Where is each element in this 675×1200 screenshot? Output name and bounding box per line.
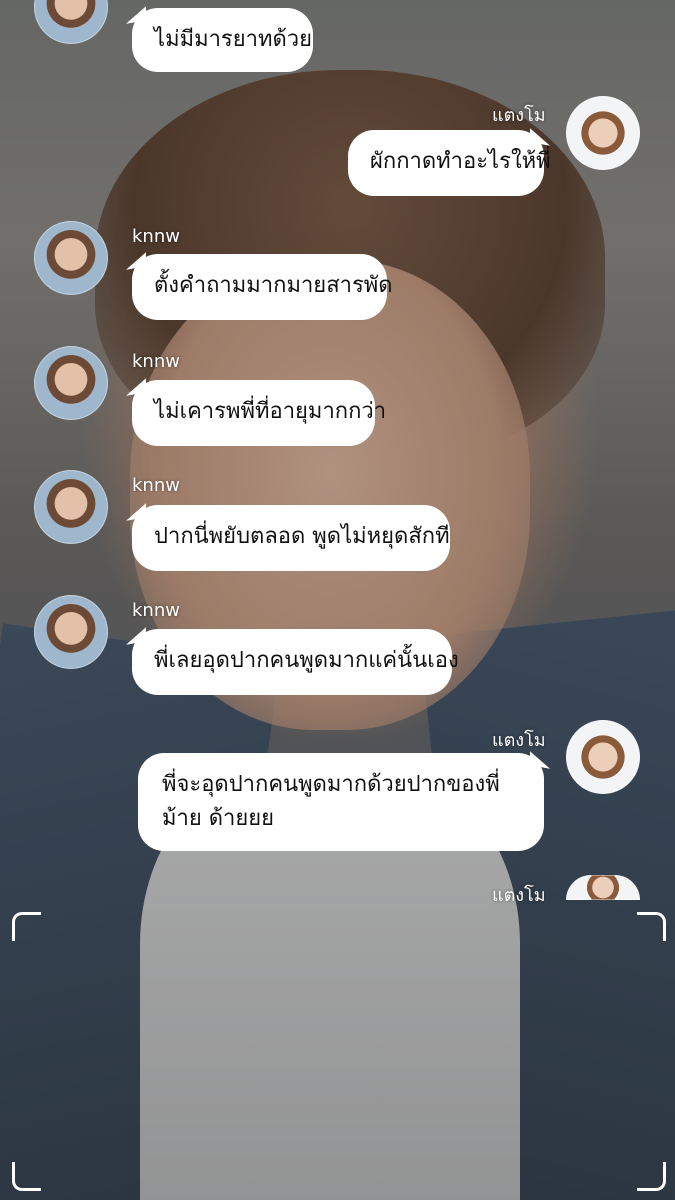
- sender-name: แตงโม: [492, 105, 546, 126]
- message-bubble[interactable]: พี่เลยอุดปากคนพูดมากแค่นั้นเอง: [132, 629, 459, 695]
- avatar-knnw-icon[interactable]: [34, 595, 108, 669]
- message-bubble[interactable]: พี่จะอุดปากคนพูดมากด้วยปากของพี่ม้าย ด้า…: [138, 753, 544, 851]
- avatar-taengmo-icon[interactable]: [566, 875, 640, 900]
- avatar-knnw-icon[interactable]: [34, 470, 108, 544]
- avatar-taengmo-icon[interactable]: [566, 96, 640, 170]
- frame-corner-bottom-left-icon: [12, 1162, 41, 1191]
- sender-name: knnw: [132, 226, 180, 247]
- sender-name: แตงโม: [492, 885, 546, 906]
- frame-corner-bottom-right-icon: [637, 1162, 666, 1191]
- sender-name: knnw: [132, 475, 180, 496]
- message-bubble[interactable]: ไม่มีมารยาทด้วย: [132, 8, 313, 72]
- avatar-knnw-icon[interactable]: [34, 221, 108, 295]
- message-bubble[interactable]: ไม่เคารพพี่ที่อายุมากกว่า: [132, 380, 386, 446]
- message-bubble[interactable]: ปากนี่พยับตลอด พูดไม่หยุดสักที: [132, 505, 450, 571]
- message-bubble[interactable]: ตั้งคำถามมากมายสารพัด: [132, 254, 393, 320]
- background-photo: [0, 0, 675, 1200]
- sender-name: knnw: [132, 351, 180, 372]
- sender-name: แตงโม: [492, 730, 546, 751]
- sender-name: knnw: [132, 600, 180, 621]
- avatar-knnw-icon[interactable]: [34, 346, 108, 420]
- background-dim-overlay: [0, 0, 675, 1200]
- avatar-taengmo-icon[interactable]: [566, 720, 640, 794]
- message-bubble[interactable]: ผักกาดทำอะไรให้พี่: [348, 130, 551, 196]
- frame-corner-top-right-icon: [637, 912, 666, 941]
- frame-corner-top-left-icon: [12, 912, 41, 941]
